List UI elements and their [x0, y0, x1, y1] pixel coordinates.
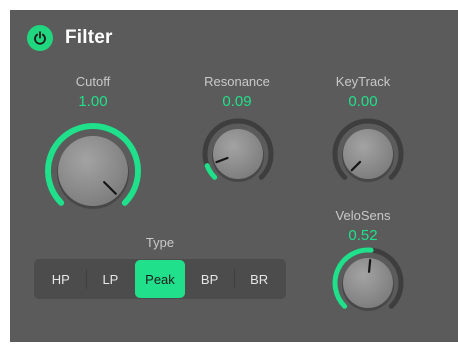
type-option-br[interactable]: BR [234, 259, 284, 299]
velosens-knob-body [343, 258, 393, 308]
power-button[interactable] [27, 25, 53, 51]
cutoff-label: Cutoff [75, 74, 111, 89]
velosens-knob[interactable] [332, 247, 404, 319]
resonance-value-arc [204, 163, 218, 180]
velosens-value: 0.52 [348, 227, 378, 244]
filter-panel: Filter Cutoff 1.00 Resonance 0.09 KeyTra… [10, 10, 458, 342]
velosens-pointer [367, 259, 372, 273]
cutoff-knob[interactable] [44, 122, 142, 220]
type-option-lp[interactable]: LP [85, 259, 136, 299]
filter-type-selector: HP LP Peak BP BR [34, 259, 286, 299]
resonance-knob[interactable] [202, 118, 274, 190]
cutoff-value: 1.00 [78, 93, 108, 110]
type-option-hp[interactable]: HP [36, 259, 86, 299]
keytrack-knob[interactable] [332, 118, 404, 190]
resonance-label: Resonance [204, 74, 270, 89]
type-option-bp[interactable]: BP [185, 259, 235, 299]
resonance-knob-body [213, 129, 263, 179]
keytrack-knob-body [343, 129, 393, 179]
keytrack-label: KeyTrack [335, 74, 391, 89]
power-icon [34, 31, 46, 45]
type-option-peak[interactable]: Peak [135, 260, 185, 298]
cutoff-knob-body [58, 136, 128, 206]
panel-title: Filter [65, 27, 113, 48]
type-label: Type [145, 235, 175, 250]
velosens-label: VeloSens [335, 208, 391, 223]
keytrack-value: 0.00 [348, 93, 378, 110]
resonance-value: 0.09 [222, 93, 252, 110]
